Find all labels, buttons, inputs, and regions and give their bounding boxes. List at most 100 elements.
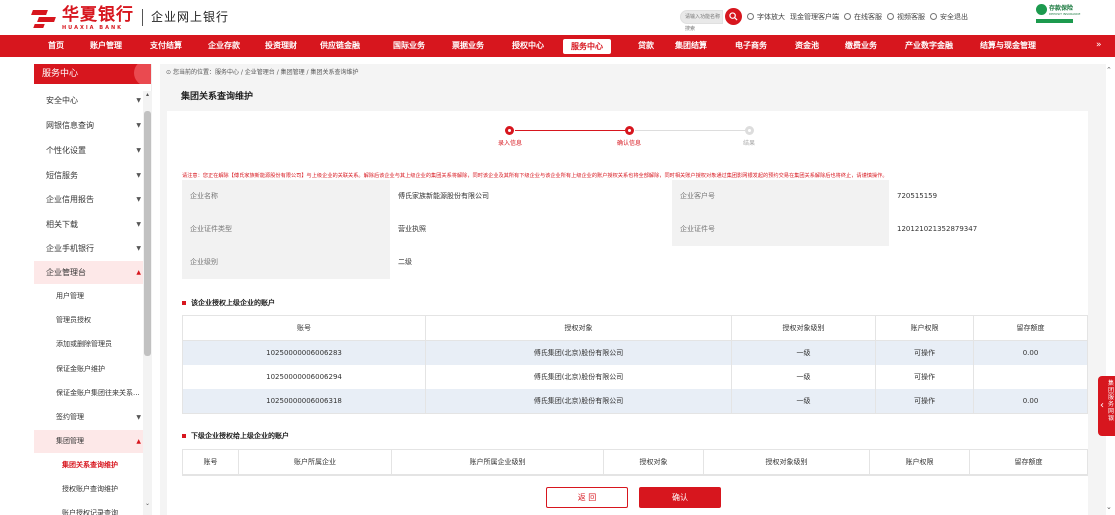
step-line-2: [635, 130, 745, 131]
chevron-down-icon: ▼: [136, 147, 141, 154]
page-scroll-down-icon[interactable]: ⌄: [1106, 503, 1114, 512]
nav-item-accounts[interactable]: 账户管理: [90, 35, 122, 57]
logout-link[interactable]: 安全退出: [930, 12, 968, 22]
global-search-input[interactable]: 请输入功能名称搜索: [680, 9, 723, 32]
nav-item-payments[interactable]: 支付结算: [150, 35, 182, 57]
sidebar-item-group-mgmt[interactable]: 集团管理 ▲: [34, 430, 147, 453]
search-button[interactable]: [725, 8, 742, 25]
logo-divider: [142, 9, 143, 26]
reserve-limit: 0.00: [1022, 397, 1039, 405]
sidebar-item-add-remove-admin[interactable]: 添加或删除管理员: [34, 333, 147, 356]
sidebar-item-label: 相关下载: [46, 220, 78, 229]
font-size-link[interactable]: 字体放大: [747, 12, 785, 22]
cert-type-value: 营业执照: [398, 225, 426, 233]
sidebar-item-label: 个性化设置: [46, 146, 86, 155]
upper-accounts-title-text: 该企业授权上级企业的账户: [191, 299, 275, 307]
font-size-label: 字体放大: [757, 12, 785, 21]
col-auth-target: 授权对象: [426, 316, 732, 340]
nav-item-industrial-finance[interactable]: 产业数字金融: [905, 35, 953, 57]
back-button[interactable]: 返 回: [546, 487, 628, 508]
chevron-left-icon[interactable]: ‹: [1100, 400, 1106, 412]
main-content: ⊙ 您当前的位置：服务中心 / 企业管理台 / 集团管理 / 集团关系查询维护 …: [160, 64, 1106, 515]
utility-bar: 请输入功能名称搜索 字体放大 现金管理客户端 在线客服 视频客服 安全退出: [680, 8, 968, 32]
nav-item-supply-chain[interactable]: 供应链金融: [320, 35, 360, 57]
site-name: 企业网上银行: [151, 10, 230, 24]
lower-accounts-table: 账号 账户所属企业 账户所属企业级别 授权对象 授权对象级别 账户权限 留存额度: [182, 449, 1088, 476]
nav-item-fee-payment[interactable]: 缴费业务: [845, 35, 877, 57]
deposit-insurance-sub: DEPOSIT INSURANCE: [1049, 12, 1081, 16]
sidebar-scroll-up-icon[interactable]: ▴: [143, 91, 152, 100]
nav-item-home[interactable]: 首页: [48, 35, 64, 57]
chevron-down-icon: ▼: [136, 97, 141, 104]
nav-item-settlement-cash[interactable]: 结算与现金管理: [980, 35, 1036, 57]
sidebar-item-margin-account[interactable]: 保证金账户维护: [34, 358, 147, 381]
confirm-button[interactable]: 确认: [639, 487, 721, 508]
chevron-up-icon: ▲: [136, 438, 141, 445]
step-3-label: 结果: [743, 140, 756, 147]
table-row[interactable]: 10250000006006318 傅氏集团(北京)股份有限公司 一级 可操作 …: [183, 389, 1087, 413]
sidebar-item-auth-account[interactable]: 授权账户查询维护: [34, 478, 147, 501]
sidebar-item-admin-console[interactable]: 企业管理台 ▲: [34, 261, 147, 284]
info-row: 企业证件类型 营业执照 企业证件号 120121021352879347: [182, 213, 1088, 246]
sidebar-scrollbar[interactable]: [143, 91, 152, 515]
sidebar-item-margin-group[interactable]: 保证金账户集团往来关系...: [34, 382, 147, 405]
chat-icon: [844, 13, 851, 20]
online-service-link[interactable]: 在线客服: [844, 12, 882, 22]
sidebar-item-label: 企业手机银行: [46, 244, 94, 253]
video-service-link[interactable]: 视频客服: [887, 12, 925, 22]
nav-item-wealth[interactable]: 投资理财: [265, 35, 297, 57]
sidebar-item-label: 集团管理: [56, 437, 84, 445]
nav-item-deposits[interactable]: 企业存款: [208, 35, 240, 57]
sidebar-item-mobile-bank[interactable]: 企业手机银行 ▼: [34, 237, 147, 260]
group-service-float-label: 集团服务网银: [1107, 380, 1114, 422]
main-nav: 首页 账户管理 支付结算 企业存款 投资理财 供应链金融 国际业务 票据业务 授…: [0, 35, 1115, 57]
sidebar-item-auth-record[interactable]: 账户授权记录查询: [34, 502, 147, 515]
reserve-limit: 0.00: [1022, 349, 1039, 357]
sidebar-item-personalize[interactable]: 个性化设置 ▼: [34, 139, 147, 162]
info-row: 企业级别 二级: [182, 246, 672, 279]
customer-no-label: 企业客户号: [672, 180, 889, 213]
video-icon: [887, 13, 894, 20]
nav-item-international[interactable]: 国际业务: [393, 35, 425, 57]
chevron-down-icon: ▼: [136, 196, 141, 203]
nav-item-cash-pool[interactable]: 资金池: [795, 35, 819, 57]
nav-item-ecommerce[interactable]: 电子商务: [735, 35, 767, 57]
sidebar-scroll-thumb[interactable]: [144, 111, 151, 356]
page-scroll-up-icon[interactable]: ⌃: [1106, 66, 1114, 75]
deposit-insurance-logo: 存款保险 DEPOSIT INSURANCE: [1035, 3, 1080, 29]
reserve-limit: [974, 365, 1087, 389]
nav-more-icon[interactable]: »: [1096, 40, 1106, 52]
sidebar-item-security[interactable]: 安全中心 ▼: [34, 89, 147, 112]
bank-logo-mark: [31, 6, 58, 30]
nav-item-group-settlement[interactable]: 集团结算: [675, 35, 707, 57]
sidebar-title-text: 服务中心: [42, 69, 79, 79]
col-owner-company: 账户所属企业: [239, 450, 392, 474]
sidebar-item-group-relation[interactable]: 集团关系查询维护: [34, 454, 147, 477]
step-1-label: 录入信息: [498, 140, 523, 147]
sidebar-item-downloads[interactable]: 相关下载 ▼: [34, 213, 147, 236]
table-row[interactable]: 10250000006006294 傅氏集团(北京)股份有限公司 一级 可操作: [183, 365, 1087, 389]
col-permission: 账户权限: [870, 450, 970, 474]
cash-mgmt-client-link[interactable]: 现金管理客户端: [790, 12, 839, 22]
sidebar-item-admin-auth[interactable]: 管理员授权: [34, 309, 147, 332]
sidebar-item-credit-report[interactable]: 企业信用报告 ▼: [34, 188, 147, 211]
level-label: 企业级别: [182, 246, 390, 279]
nav-item-loans[interactable]: 贷款: [638, 35, 654, 57]
upper-accounts-table: 账号 授权对象 授权对象级别 账户权限 留存额度 102500000060062…: [182, 315, 1088, 414]
auth-target: 傅氏集团(北京)股份有限公司: [426, 389, 732, 413]
form-panel: 录入信息 确认信息 结果 请注意：您正在解除【傅氏家族新能源股份有限公司】与上级…: [167, 111, 1088, 515]
sidebar-item-label: 网银信息查询: [46, 121, 94, 130]
sidebar-scroll-down-icon[interactable]: ⌄: [143, 500, 152, 509]
sidebar-item-user-mgmt[interactable]: 用户管理: [34, 285, 147, 308]
video-service-label: 视频客服: [897, 12, 925, 21]
table-row[interactable]: 10250000006006283 傅氏集团(北京)股份有限公司 一级 可操作 …: [183, 341, 1087, 365]
bank-logo[interactable]: 华夏银行 HUAXIA BANK 企业网上银行: [31, 6, 230, 32]
sidebar-item-contract-mgmt[interactable]: 签约管理 ▼: [34, 406, 147, 429]
permission: 可操作: [876, 389, 974, 413]
sidebar-item-sms[interactable]: 短信服务 ▼: [34, 164, 147, 187]
nav-item-bills[interactable]: 票据业务: [452, 35, 484, 57]
sidebar-item-info-query[interactable]: 网银信息查询 ▼: [34, 114, 147, 137]
permission: 可操作: [876, 341, 974, 365]
nav-item-authorization[interactable]: 授权中心: [512, 35, 544, 57]
nav-item-service-center[interactable]: 服务中心: [563, 39, 611, 54]
